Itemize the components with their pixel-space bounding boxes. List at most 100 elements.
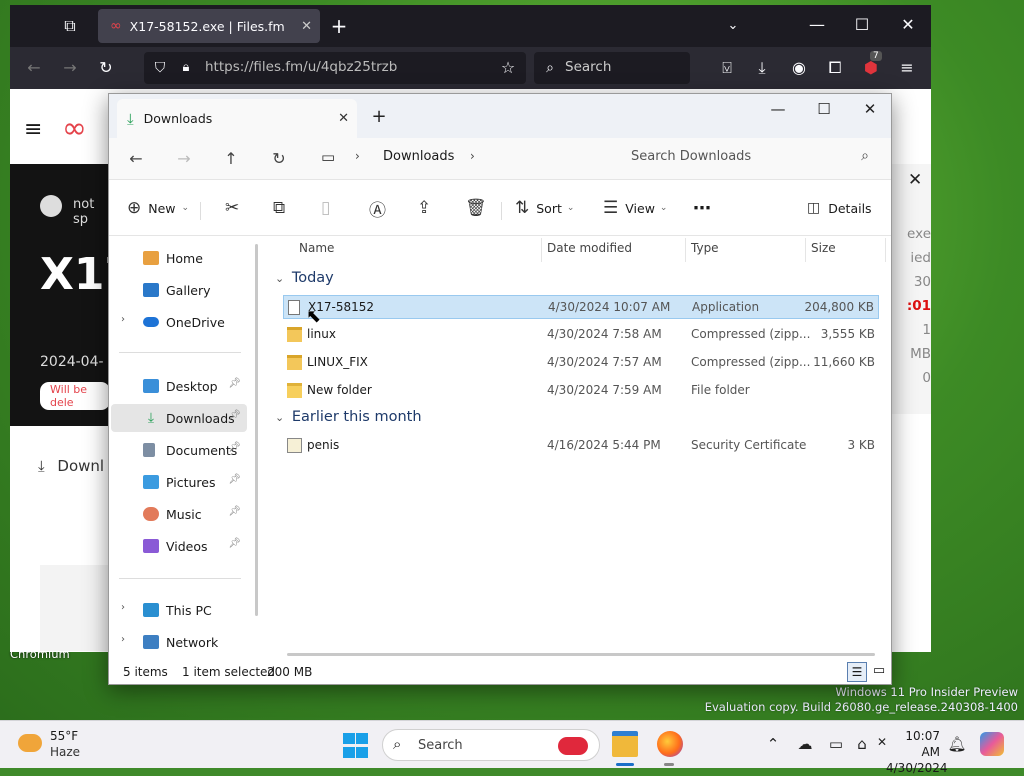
firefox-taskbar-icon[interactable] <box>657 731 683 757</box>
minimize-browser-icon[interactable]: — <box>805 13 829 37</box>
browser-search-box[interactable]: ⌕ Search <box>534 52 690 84</box>
maximize-browser-icon[interactable]: ☐ <box>850 13 874 37</box>
refresh-icon[interactable]: ↻ <box>264 144 294 174</box>
notification-bell-icon[interactable]: 🔔︎ <box>946 735 968 753</box>
file-row[interactable]: linux 4/30/2024 7:58 AM Compressed (zipp… <box>283 323 879 347</box>
collapse-chevron-icon[interactable]: ⌄ <box>275 272 284 285</box>
col-sep[interactable] <box>805 238 806 262</box>
file-row[interactable]: LINUX_FIX 4/30/2024 7:57 AM Compressed (… <box>283 351 879 375</box>
nav-documents[interactable]: Documents 📌︎ <box>111 436 247 464</box>
breadcrumb-chevron-end-icon[interactable]: › <box>470 149 475 163</box>
up-icon[interactable]: ↑ <box>216 144 246 174</box>
reload-icon[interactable]: ↻ <box>94 56 118 80</box>
download-button[interactable]: ⤓ Downl <box>38 457 104 475</box>
explorer-forward-icon[interactable]: → <box>169 144 199 174</box>
nav-home[interactable]: Home <box>111 244 247 272</box>
horizontal-scrollbar[interactable] <box>287 653 875 656</box>
pin-icon[interactable]: 📌︎ <box>228 442 241 453</box>
expand-chevron-icon[interactable]: › <box>121 634 125 645</box>
col-sep[interactable] <box>685 238 686 262</box>
col-sep[interactable] <box>541 238 542 262</box>
file-explorer-taskbar-icon[interactable] <box>612 731 638 757</box>
expand-chevron-icon[interactable]: › <box>121 602 125 613</box>
nav-videos[interactable]: Videos 📌︎ <box>111 532 247 560</box>
list-tabs-icon[interactable]: ⌄ <box>721 14 745 38</box>
rename-button[interactable]: Ⓐ <box>369 192 386 224</box>
view-button[interactable]: ☰ View ⌄ <box>603 192 667 224</box>
close-explorer-tab-icon[interactable]: ✕ <box>338 111 349 126</box>
account-icon[interactable]: ◉ <box>787 56 811 80</box>
taskbar-search[interactable]: ⌕ Search <box>382 729 600 761</box>
tiles-view-icon[interactable]: ▭ <box>869 662 889 682</box>
browser-tab[interactable]: ∞ X17-58152.exe | Files.fm ✕ <box>98 9 320 43</box>
expand-chevron-icon[interactable]: › <box>121 314 125 325</box>
minimize-explorer-icon[interactable]: — <box>755 94 801 124</box>
back-icon[interactable]: ← <box>22 56 46 80</box>
details-button[interactable]: ◫ Details <box>807 192 872 224</box>
col-size[interactable]: Size <box>811 241 836 255</box>
breadcrumb-chevron-icon[interactable]: › <box>355 149 360 163</box>
details-view-icon[interactable]: ☰ <box>847 662 867 682</box>
share-button[interactable]: ⇪ <box>417 192 431 224</box>
close-browser-icon[interactable]: ✕ <box>896 13 920 37</box>
new-tab-icon[interactable]: + <box>327 14 351 38</box>
lock-icon[interactable]: 🔒︎ <box>174 56 198 80</box>
clock[interactable]: 10:07 AM 4/30/2024 <box>886 728 948 776</box>
group-header-earlier[interactable]: ⌄ Earlier this month <box>275 409 422 425</box>
start-button[interactable] <box>343 733 368 758</box>
new-button[interactable]: ⊕ New ⌄ <box>127 192 189 224</box>
copilot-icon[interactable] <box>980 732 1004 756</box>
collapse-chevron-icon[interactable]: ⌄ <box>275 411 284 424</box>
col-type[interactable]: Type <box>691 241 719 255</box>
paste-button[interactable]: ▯ <box>321 192 330 224</box>
nav-pictures[interactable]: Pictures 📌︎ <box>111 468 247 496</box>
display-icon[interactable]: ▭ <box>825 735 847 753</box>
nav-network[interactable]: › Network <box>111 628 247 656</box>
group-header-today[interactable]: ⌄ Today <box>275 270 334 286</box>
close-explorer-icon[interactable]: ✕ <box>847 94 893 124</box>
pin-icon[interactable]: 📌︎ <box>228 378 241 389</box>
tray-overflow-icon[interactable]: ⌃ <box>762 735 784 753</box>
file-row[interactable]: penis 4/16/2024 5:44 PM Security Certifi… <box>283 434 879 458</box>
pin-icon[interactable]: 📌︎ <box>228 538 241 549</box>
tab-overview-icon[interactable]: ⧉ <box>58 14 82 38</box>
network-status-icon[interactable]: ⌂ <box>851 735 873 753</box>
breadcrumb-downloads[interactable]: Downloads <box>383 149 454 164</box>
copy-button[interactable]: ⧉ <box>273 192 285 224</box>
pin-icon[interactable]: 📌︎ <box>228 474 241 485</box>
nav-downloads[interactable]: ⤓ Downloads 📌︎ <box>111 404 247 432</box>
forward-icon[interactable]: → <box>58 56 82 80</box>
explorer-back-icon[interactable]: ← <box>121 144 151 174</box>
nav-music[interactable]: Music 📌︎ <box>111 500 247 528</box>
col-name[interactable]: Name <box>299 241 334 255</box>
new-explorer-tab-icon[interactable]: + <box>356 102 402 132</box>
explorer-tab[interactable]: ⤓ Downloads ✕ <box>117 99 357 138</box>
nav-scrollbar[interactable] <box>255 244 258 616</box>
nav-gallery[interactable]: Gallery <box>111 276 247 304</box>
nav-onedrive[interactable]: › OneDrive <box>111 308 247 336</box>
menu-icon[interactable]: ≡ <box>895 56 919 80</box>
breadcrumb[interactable]: ▭ › Downloads › <box>309 142 605 174</box>
shield-icon[interactable]: ⛉ <box>148 56 172 80</box>
extensions-icon[interactable]: ⧠ <box>823 56 847 80</box>
nav-this-pc[interactable]: › This PC <box>111 596 247 624</box>
more-options-icon[interactable]: ⋯ <box>693 192 711 224</box>
close-tab-icon[interactable]: ✕ <box>301 19 312 34</box>
explorer-search-input[interactable]: Search Downloads ⌕ <box>609 142 881 174</box>
bookmark-star-icon[interactable]: ☆ <box>496 56 520 80</box>
url-bar[interactable]: ⛉ 🔒︎ https://files.fm/u/4qbz25trzb ☆ <box>144 52 526 84</box>
site-menu-icon[interactable]: ≡ <box>24 117 42 142</box>
cut-button[interactable]: ✂ <box>225 192 239 224</box>
file-row[interactable]: X17-58152 4/30/2024 10:07 AM Application… <box>283 295 879 319</box>
downloads-icon[interactable]: ⤓ <box>750 56 774 80</box>
col-sep[interactable] <box>885 238 886 262</box>
pin-icon[interactable]: 📌︎ <box>228 410 241 421</box>
pin-icon[interactable]: 📌︎ <box>228 506 241 517</box>
delete-button[interactable]: 🗑︎ <box>465 192 487 224</box>
onedrive-offline-icon[interactable]: ☁ <box>794 735 816 753</box>
pocket-icon[interactable]: ⍌ <box>715 56 739 80</box>
file-row[interactable]: New folder 4/30/2024 7:59 AM File folder <box>283 379 879 403</box>
maximize-explorer-icon[interactable]: ☐ <box>801 94 847 124</box>
col-date[interactable]: Date modified <box>547 241 632 255</box>
sort-button[interactable]: ⇅ Sort ⌄ <box>515 192 574 224</box>
